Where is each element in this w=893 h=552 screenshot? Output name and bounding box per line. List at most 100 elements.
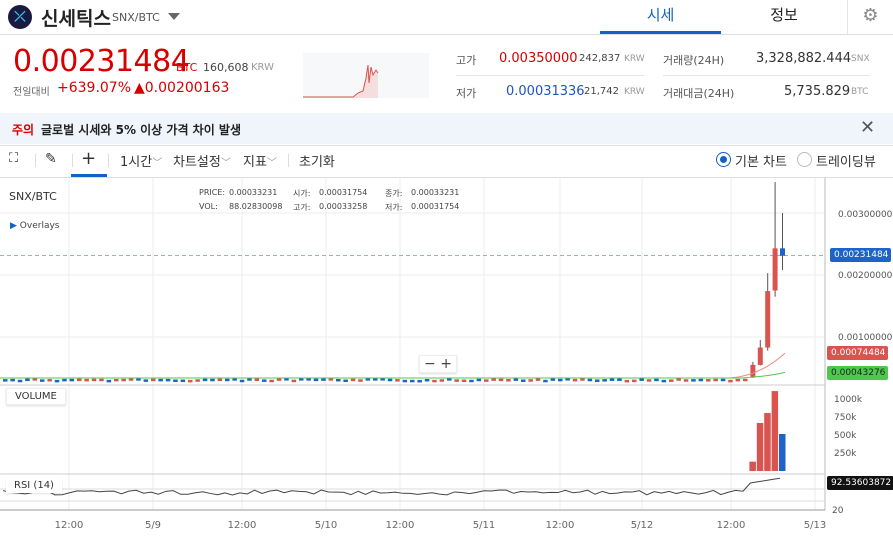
candle bbox=[180, 379, 186, 383]
candle bbox=[469, 379, 474, 383]
candle bbox=[276, 378, 282, 381]
crosshair-icon[interactable]: + bbox=[81, 148, 96, 169]
candle bbox=[461, 379, 467, 383]
legend-open: 0.00031754 bbox=[319, 188, 368, 197]
candle bbox=[543, 379, 548, 383]
gear-icon[interactable]: ⚙ bbox=[847, 0, 893, 34]
candle bbox=[639, 378, 644, 381]
candle bbox=[321, 378, 326, 381]
candle bbox=[506, 379, 511, 382]
candle bbox=[158, 378, 163, 382]
interval-dropdown[interactable]: 1시간﹀ bbox=[120, 151, 162, 170]
candle bbox=[765, 291, 771, 348]
x-tick: 12:00 bbox=[386, 520, 415, 531]
amount-24h: 5,735.829 bbox=[784, 84, 851, 99]
legend-price: 0.00033231 bbox=[229, 188, 278, 197]
ma-line-green bbox=[0, 371, 786, 379]
zoom-in-button[interactable]: + bbox=[440, 356, 452, 372]
candle bbox=[91, 378, 97, 382]
radio-basic-chart-label[interactable]: 기본 차트 bbox=[735, 151, 787, 170]
ma2-tag: 0.00043276 bbox=[827, 366, 889, 380]
candle bbox=[698, 378, 704, 382]
high-label: 고가 bbox=[456, 54, 477, 67]
chevron-down-icon[interactable] bbox=[168, 13, 180, 20]
indicators-dropdown[interactable]: 지표﹀ bbox=[243, 151, 277, 170]
candle bbox=[528, 379, 533, 382]
candle bbox=[750, 364, 756, 378]
candle bbox=[121, 378, 126, 382]
radio-basic-chart[interactable] bbox=[716, 152, 731, 167]
fullscreen-icon[interactable]: ⛶ bbox=[9, 151, 18, 166]
chart-settings-dropdown[interactable]: 차트설정﹀ bbox=[173, 151, 231, 170]
chart-symbol: SNX/BTC bbox=[9, 190, 57, 203]
change-percent: +639.07% bbox=[57, 80, 132, 96]
radio-tradingview-label[interactable]: 트레이딩뷰 bbox=[816, 151, 876, 170]
candle bbox=[669, 379, 674, 382]
ohlc-legend: PRICE: 0.00033231 시가: 0.00031754 종가: 0.000332… bbox=[199, 188, 469, 213]
candle bbox=[602, 379, 607, 382]
overlays-toggle[interactable]: ▶ Overlays bbox=[10, 221, 59, 231]
candle bbox=[350, 378, 356, 382]
candle bbox=[25, 378, 30, 382]
candle bbox=[239, 379, 245, 383]
candle bbox=[173, 379, 178, 382]
high-krw: 242,837 bbox=[579, 53, 621, 64]
reset-button[interactable]: 초기화 bbox=[299, 151, 335, 170]
candle bbox=[513, 378, 519, 381]
ma1-tag: 0.00074484 bbox=[827, 346, 889, 360]
candle bbox=[498, 378, 504, 382]
amount-24h-unit: BTC bbox=[851, 87, 869, 97]
low-krw-unit: KRW bbox=[624, 87, 645, 97]
volume-tick: 750k bbox=[834, 413, 857, 423]
candle bbox=[654, 378, 659, 382]
candle bbox=[558, 378, 563, 382]
radio-tradingview[interactable] bbox=[797, 152, 812, 167]
close-icon[interactable]: ✕ bbox=[860, 117, 875, 138]
candle bbox=[713, 378, 718, 382]
pencil-icon[interactable]: ✎ bbox=[45, 151, 57, 167]
volume-24h-unit: SNX bbox=[851, 54, 870, 64]
candle bbox=[706, 379, 711, 382]
candle bbox=[676, 378, 681, 381]
coin-name: 신세틱스 bbox=[41, 8, 111, 30]
candle bbox=[77, 378, 82, 382]
change-amount: ▲0.00200163 bbox=[134, 80, 230, 96]
candle bbox=[202, 378, 208, 382]
volume-bar bbox=[779, 433, 786, 471]
candle bbox=[343, 379, 348, 383]
candle bbox=[661, 379, 667, 383]
notice-tag: 주의 bbox=[12, 123, 35, 137]
candle bbox=[269, 379, 274, 383]
chevron-down-icon: ﹀ bbox=[266, 158, 277, 169]
legend-close: 0.00033231 bbox=[411, 188, 460, 197]
candle bbox=[69, 378, 75, 382]
candle bbox=[580, 378, 585, 381]
candle bbox=[143, 379, 149, 382]
candle bbox=[136, 378, 141, 381]
legend-label: PRICE: bbox=[199, 188, 226, 197]
candle bbox=[757, 347, 763, 365]
krw-price: 160,608 bbox=[203, 61, 249, 74]
candle bbox=[417, 379, 422, 383]
candle bbox=[106, 379, 112, 383]
tab-info[interactable]: 정보 bbox=[721, 0, 847, 34]
candle bbox=[225, 378, 230, 382]
tab-price[interactable]: 시세 bbox=[600, 0, 721, 34]
x-tick: 12:00 bbox=[717, 520, 746, 531]
volume-bar bbox=[771, 391, 779, 471]
candle bbox=[195, 379, 200, 382]
candle bbox=[454, 379, 459, 382]
candle bbox=[10, 378, 15, 382]
krw-unit: KRW bbox=[251, 62, 274, 73]
candle bbox=[410, 379, 415, 383]
price-tick: 0.00300000 bbox=[838, 210, 893, 220]
candle bbox=[780, 248, 785, 256]
candle bbox=[609, 378, 615, 381]
last-price-tag: 0.00231484 bbox=[830, 248, 892, 262]
low-label: 저가 bbox=[456, 87, 477, 100]
candle bbox=[210, 378, 215, 382]
candle bbox=[373, 378, 378, 381]
candle bbox=[54, 379, 60, 383]
zoom-out-button[interactable]: − bbox=[424, 356, 436, 372]
x-tick: 5/12 bbox=[631, 520, 653, 531]
